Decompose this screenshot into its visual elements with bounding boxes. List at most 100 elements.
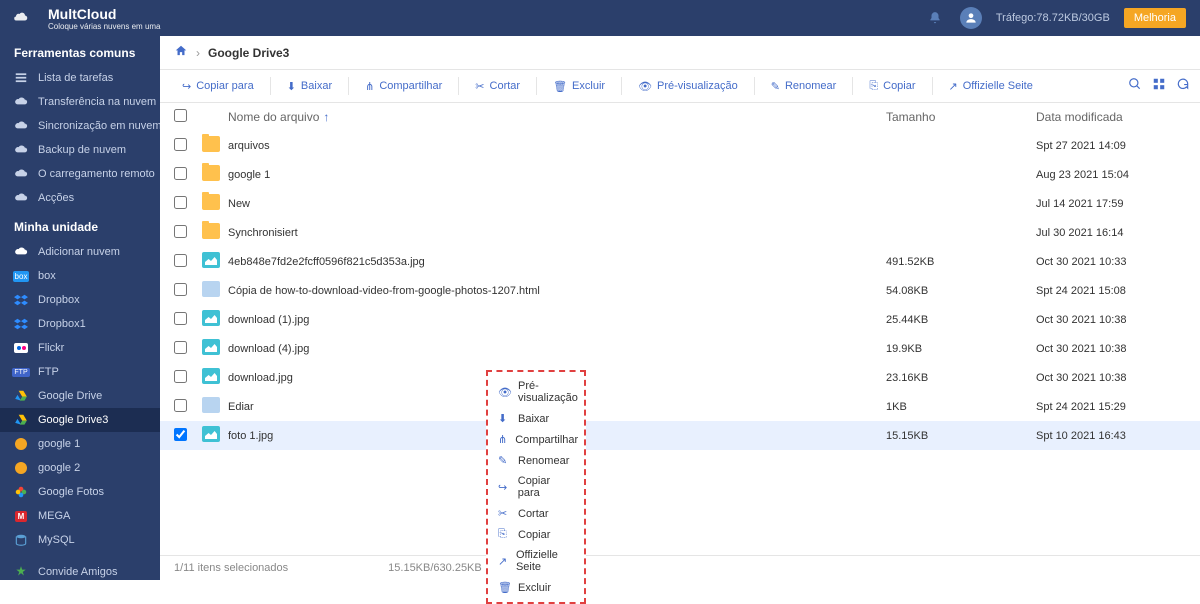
- sidebar-drive-6[interactable]: Google Drive: [0, 384, 160, 408]
- sidebar-drive-12[interactable]: MySQL: [0, 528, 160, 552]
- cloud-logo-icon: [14, 9, 42, 27]
- file-date: Oct 30 2021 10:38: [1036, 343, 1186, 355]
- file-row[interactable]: arquivosSpt 27 2021 14:09: [160, 131, 1200, 160]
- file-row[interactable]: Ediar1KBSpt 24 2021 15:29: [160, 392, 1200, 421]
- sidebar-drive-8[interactable]: google 1: [0, 432, 160, 456]
- drive-icon: [14, 293, 28, 307]
- bell-icon[interactable]: [924, 7, 946, 29]
- sidebar-drive-10[interactable]: Google Fotos: [0, 480, 160, 504]
- col-size-header[interactable]: Tamanho: [886, 110, 1036, 124]
- ctx-compartilhar[interactable]: ⋔Compartilhar: [488, 429, 584, 450]
- sidebar-common-4[interactable]: O carregamento remoto: [0, 162, 160, 186]
- sidebar-drive-4[interactable]: Flickr: [0, 336, 160, 360]
- row-checkbox[interactable]: [174, 283, 187, 296]
- row-checkbox[interactable]: [174, 312, 187, 325]
- row-checkbox[interactable]: [174, 167, 187, 180]
- file-date: Jul 14 2021 17:59: [1036, 198, 1186, 210]
- upgrade-button[interactable]: Melhoria: [1124, 8, 1186, 28]
- sidebar-drive-9[interactable]: google 2: [0, 456, 160, 480]
- file-row[interactable]: download.jpg23.16KBOct 30 2021 10:38: [160, 363, 1200, 392]
- img-icon: [202, 339, 220, 355]
- col-name-header[interactable]: Nome do arquivo↑: [228, 110, 886, 124]
- tool-copiar-para[interactable]: ↪Copiar para: [170, 69, 266, 103]
- sidebar-drive-2[interactable]: Dropbox: [0, 288, 160, 312]
- file-name: Cópia de how-to-download-video-from-goog…: [228, 285, 886, 297]
- tool-pré-visualização[interactable]: 👁Pré-visualização: [626, 69, 750, 103]
- file-row[interactable]: download (1).jpg25.44KBOct 30 2021 10:38: [160, 305, 1200, 334]
- file-row[interactable]: foto 1.jpg15.15KBSpt 10 2021 16:43: [160, 421, 1200, 450]
- file-name: 4eb848e7fd2e2fcff0596f821c5d353a.jpg: [228, 256, 886, 268]
- breadcrumb-sep: ›: [196, 46, 200, 60]
- refresh-icon[interactable]: [1176, 77, 1190, 95]
- col-date-header[interactable]: Data modificada: [1036, 110, 1186, 124]
- avatar-icon[interactable]: [960, 7, 982, 29]
- tool-icon: ✂: [475, 80, 484, 93]
- tool-excluir[interactable]: 🗑Excluir: [541, 69, 617, 103]
- toolbar: ↪Copiar para ⬇Baixar ⋔Compartilhar ✂Cortar 🗑…: [160, 69, 1200, 103]
- file-row[interactable]: google 1Aug 23 2021 15:04: [160, 160, 1200, 189]
- file-row[interactable]: Cópia de how-to-download-video-from-goog…: [160, 276, 1200, 305]
- file-date: Aug 23 2021 15:04: [1036, 169, 1186, 181]
- ctx-offizielle-seite[interactable]: ↗Offizielle Seite: [488, 545, 584, 577]
- ctx-baixar[interactable]: ⬇Baixar: [488, 408, 584, 429]
- sidebar-common-1[interactable]: Transferência na nuvem: [0, 90, 160, 114]
- sidebar-drive-1[interactable]: boxbox: [0, 264, 160, 288]
- ctx-copiar[interactable]: ⎘Copiar: [488, 524, 584, 545]
- sidebar-common-0[interactable]: Lista de tarefas: [0, 66, 160, 90]
- tool-baixar[interactable]: ⬇Baixar: [275, 69, 344, 103]
- sidebar-common-5[interactable]: Acções: [0, 186, 160, 210]
- file-row[interactable]: New Jul 14 2021 17:59: [160, 189, 1200, 218]
- row-checkbox[interactable]: [174, 138, 187, 151]
- img-icon: [202, 252, 220, 268]
- sidebar-drive-3[interactable]: Dropbox1: [0, 312, 160, 336]
- home-icon[interactable]: [174, 44, 188, 61]
- row-checkbox[interactable]: [174, 225, 187, 238]
- row-checkbox[interactable]: [174, 196, 187, 209]
- ctx-renomear[interactable]: ✎Renomear: [488, 450, 584, 471]
- sidebar-drive-0[interactable]: Adicionar nuvem: [0, 240, 160, 264]
- row-checkbox[interactable]: [174, 341, 187, 354]
- folder-icon: [202, 194, 220, 210]
- tool-icon: ✎: [771, 80, 780, 93]
- sidebar-footer-0[interactable]: Convide Amigos: [0, 560, 160, 580]
- ctx-pré-visualização[interactable]: 👁Pré-visualização: [488, 376, 584, 408]
- tool-offizielle-seite[interactable]: ↗Offizielle Seite: [937, 69, 1045, 103]
- row-checkbox[interactable]: [174, 399, 187, 412]
- cloud-icon: [14, 95, 28, 109]
- img-icon: [202, 368, 220, 384]
- file-name: arquivos: [228, 140, 886, 152]
- grid-view-icon[interactable]: [1152, 77, 1166, 95]
- breadcrumb-current[interactable]: Google Drive3: [208, 46, 289, 60]
- select-all-checkbox[interactable]: [174, 109, 187, 122]
- cloud-icon: [14, 119, 28, 133]
- search-icon[interactable]: [1128, 77, 1142, 95]
- list-icon: [14, 71, 28, 85]
- ctx-excluir[interactable]: 🗑Excluir: [488, 577, 584, 598]
- sidebar-drive-7[interactable]: Google Drive3: [0, 408, 160, 432]
- sidebar-common-2[interactable]: Sincronização em nuvem: [0, 114, 160, 138]
- sidebar-drive-11[interactable]: MMEGA: [0, 504, 160, 528]
- ctx-icon: ⬇: [498, 412, 510, 425]
- sidebar-common-3[interactable]: Backup de nuvem: [0, 138, 160, 162]
- file-size: 15.15KB: [886, 430, 1036, 442]
- tool-compartilhar[interactable]: ⋔Compartilhar: [353, 69, 454, 103]
- file-row[interactable]: download (4).jpg19.9KBOct 30 2021 10:38: [160, 334, 1200, 363]
- selection-status: 1/11 itens selecionados: [174, 562, 288, 574]
- tool-copiar[interactable]: ⎘Copiar: [857, 69, 927, 103]
- main: › Google Drive3 ↪Copiar para⬇Baixar⋔Comp…: [160, 36, 1200, 580]
- ctx-cortar[interactable]: ✂Cortar: [488, 503, 584, 524]
- file-name: New: [228, 198, 886, 210]
- file-row[interactable]: SynchronisiertJul 30 2021 16:14: [160, 218, 1200, 247]
- ctx-icon: 👁: [498, 386, 510, 399]
- tool-cortar[interactable]: ✂Cortar: [463, 69, 532, 103]
- drive-icon: [14, 317, 28, 331]
- logo[interactable]: MultCloud Coloque várias nuvens em uma: [14, 6, 161, 31]
- file-row[interactable]: 4eb848e7fd2e2fcff0596f821c5d353a.jpg491.…: [160, 247, 1200, 276]
- row-checkbox[interactable]: [174, 428, 187, 441]
- sidebar-drive-5[interactable]: FTPFTP: [0, 360, 160, 384]
- row-checkbox[interactable]: [174, 370, 187, 383]
- ctx-copiar-para[interactable]: ↪Copiar para: [488, 471, 584, 503]
- drive-icon: M: [14, 509, 28, 523]
- row-checkbox[interactable]: [174, 254, 187, 267]
- tool-renomear[interactable]: ✎Renomear: [759, 69, 849, 103]
